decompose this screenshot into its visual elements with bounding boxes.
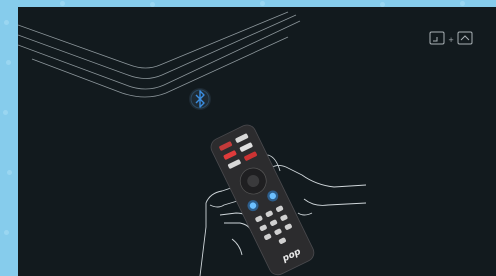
home-icon — [457, 31, 473, 45]
back-icon — [429, 31, 445, 45]
bluetooth-icon — [189, 88, 211, 110]
remote-control-icon: pop — [210, 124, 315, 276]
pairing-instruction-screen: + pop — [18, 7, 496, 276]
pairing-hint-separator: + — [448, 36, 454, 44]
tv-box-outline-icon — [18, 11, 301, 98]
app-frame: + pop — [0, 0, 496, 276]
pairing-hint: + — [429, 31, 473, 45]
